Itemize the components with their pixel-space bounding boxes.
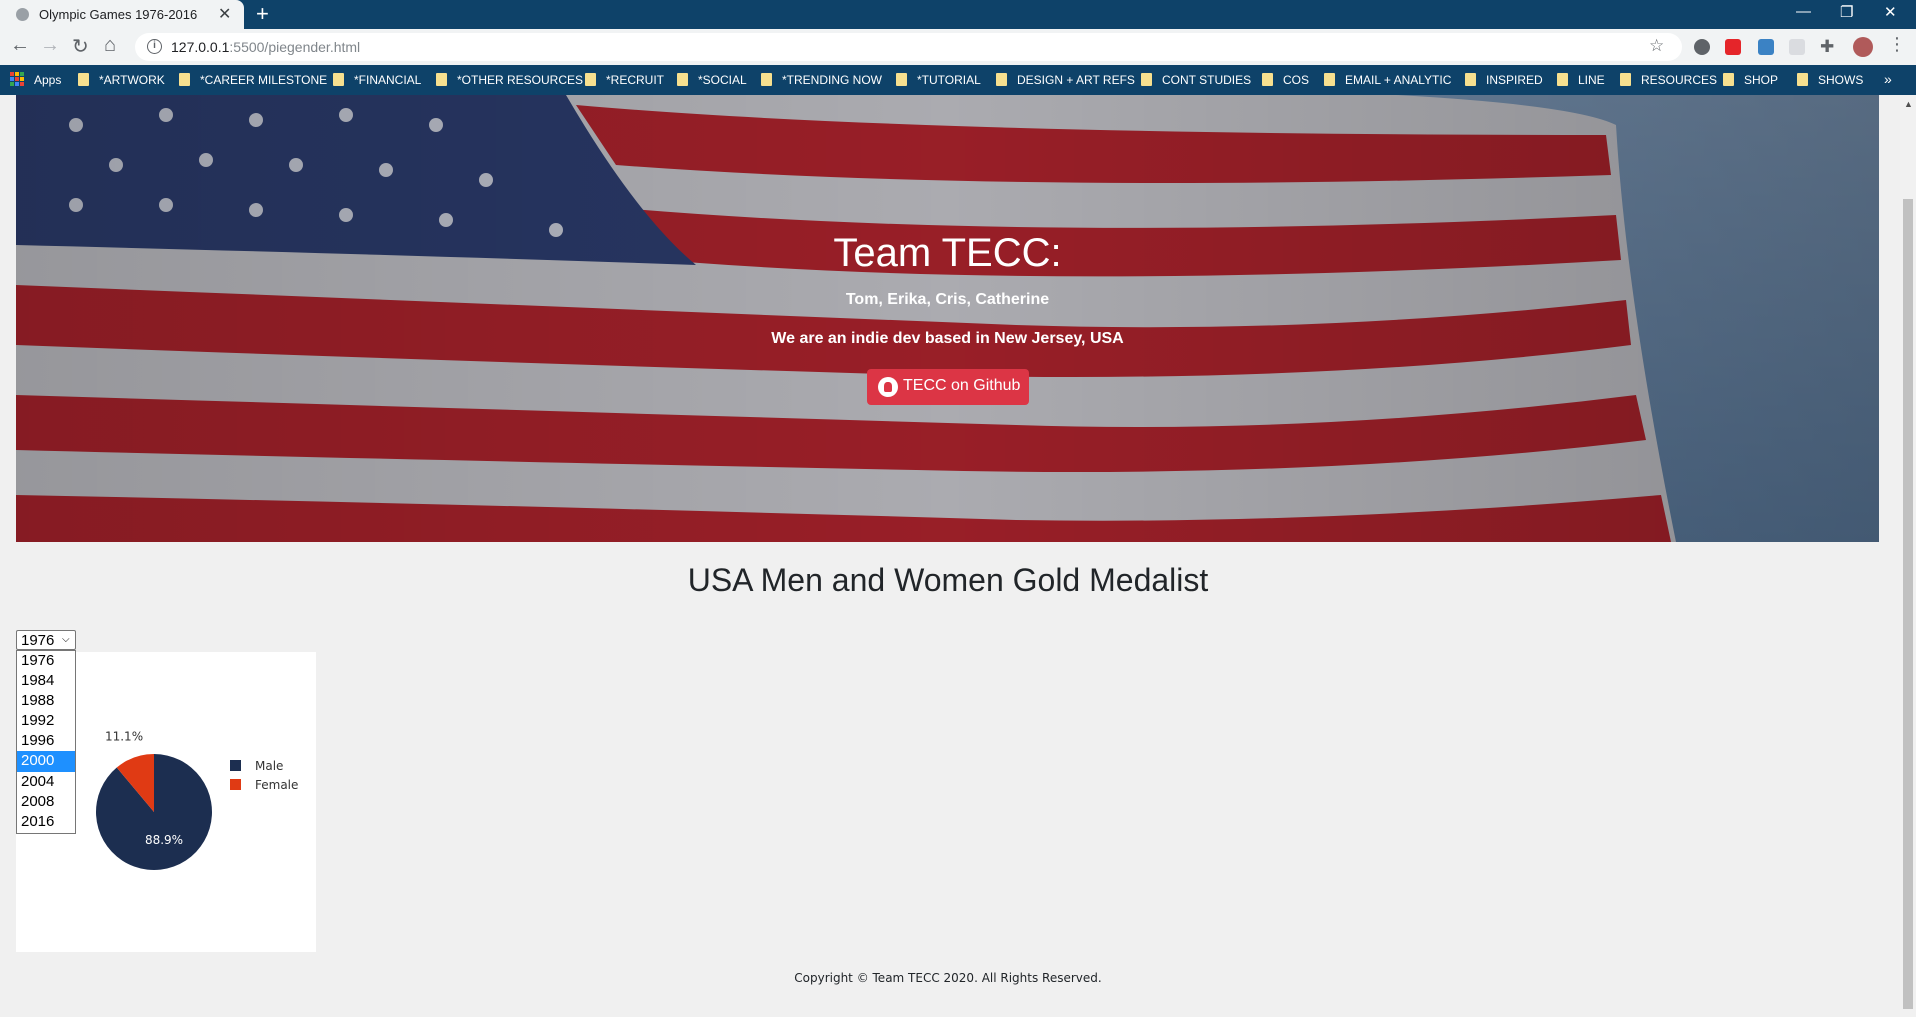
folder-icon bbox=[436, 73, 447, 86]
year-option[interactable]: 1988 bbox=[17, 691, 75, 711]
bookmark-folder[interactable]: LINE bbox=[1557, 73, 1605, 87]
bookmark-folder[interactable]: INSPIRED bbox=[1465, 73, 1543, 87]
year-option[interactable]: 1976 bbox=[17, 651, 75, 671]
folder-icon bbox=[1465, 73, 1476, 86]
hero-banner: Team TECC: Tom, Erika, Cris, Catherine W… bbox=[16, 95, 1879, 542]
tab-title: Olympic Games 1976-2016 bbox=[39, 7, 198, 22]
bookmark-folder[interactable]: RESOURCES bbox=[1620, 73, 1717, 87]
browser-toolbar: ← → ↻ ⌂ i 127.0.0.1:5500/piegender.html … bbox=[0, 29, 1916, 65]
folder-icon bbox=[78, 73, 89, 86]
bookmark-apps[interactable]: Apps bbox=[34, 73, 61, 87]
info-icon[interactable]: i bbox=[147, 39, 162, 54]
restore-icon[interactable]: ❐ bbox=[1840, 3, 1853, 21]
us-flag-image bbox=[16, 95, 1879, 542]
pdf-extension-icon[interactable] bbox=[1725, 39, 1741, 55]
github-button[interactable]: TECC on Github bbox=[867, 369, 1029, 405]
tab-strip: Olympic Games 1976-2016 ✕ + — ❐ ✕ bbox=[0, 0, 1916, 29]
bookmark-folder[interactable]: SHOP bbox=[1723, 73, 1778, 87]
section-title: USA Men and Women Gold Medalist bbox=[687, 562, 1209, 598]
year-option[interactable]: 1992 bbox=[17, 711, 75, 731]
folder-icon bbox=[1723, 73, 1734, 86]
year-option[interactable]: 1996 bbox=[17, 731, 75, 751]
year-option[interactable]: 2016 bbox=[17, 812, 75, 832]
folder-icon bbox=[896, 73, 907, 86]
extension-icon[interactable] bbox=[1789, 39, 1805, 55]
extension-icon[interactable] bbox=[1694, 39, 1710, 55]
scrollbar-thumb[interactable] bbox=[1903, 199, 1913, 1009]
folder-icon bbox=[996, 73, 1007, 86]
url-text: 127.0.0.1:5500/piegender.html bbox=[171, 39, 361, 55]
hero-tagline: We are an indie dev based in New Jersey,… bbox=[771, 330, 1124, 347]
folder-icon bbox=[1324, 73, 1335, 86]
bookmark-folder[interactable]: SHOWS bbox=[1797, 73, 1863, 87]
apps-icon bbox=[10, 72, 24, 86]
close-tab-icon[interactable]: ✕ bbox=[218, 4, 231, 24]
bookmark-folder[interactable]: COS bbox=[1262, 73, 1309, 87]
bookmark-folder[interactable]: *TUTORIAL bbox=[896, 73, 981, 87]
bookmark-folder[interactable]: DESIGN + ART REFS bbox=[996, 73, 1135, 87]
more-bookmarks-icon[interactable]: » bbox=[1884, 71, 1892, 87]
scroll-up-icon[interactable]: ▲ bbox=[1904, 99, 1913, 109]
folder-icon bbox=[677, 73, 688, 86]
year-select-value: 1976 bbox=[21, 632, 55, 649]
puzzle-icon[interactable]: ✚ bbox=[1820, 37, 1834, 57]
folder-icon bbox=[1797, 73, 1808, 86]
legend-swatch-female bbox=[230, 779, 241, 790]
year-select[interactable]: 1976 ⌵ bbox=[16, 630, 76, 650]
pie-label-male: 88.9% bbox=[145, 833, 183, 847]
team-members: Tom, Erika, Cris, Catherine bbox=[845, 291, 1050, 308]
folder-icon bbox=[1557, 73, 1568, 86]
menu-icon[interactable]: ⋮ bbox=[1888, 34, 1906, 55]
globe-icon bbox=[16, 8, 29, 21]
bookmark-folder[interactable]: *TRENDING NOW bbox=[761, 73, 882, 87]
folder-icon bbox=[585, 73, 596, 86]
folder-icon bbox=[1262, 73, 1273, 86]
extension-icon[interactable] bbox=[1758, 39, 1774, 55]
back-icon[interactable]: ← bbox=[10, 34, 30, 57]
folder-icon bbox=[1141, 73, 1152, 86]
year-option[interactable]: 1984 bbox=[17, 671, 75, 691]
footer-copyright: Copyright © Team TECC 2020. All Rights R… bbox=[794, 971, 1102, 985]
new-tab-icon[interactable]: + bbox=[256, 1, 269, 27]
folder-icon bbox=[1620, 73, 1631, 86]
avatar[interactable] bbox=[1853, 37, 1873, 57]
folder-icon bbox=[761, 73, 772, 86]
legend-label-female: Female bbox=[255, 778, 298, 792]
github-button-label: TECC on Github bbox=[903, 377, 1021, 394]
bookmark-folder[interactable]: *ARTWORK bbox=[78, 73, 165, 87]
legend-swatch-male bbox=[230, 760, 241, 771]
bookmark-folder[interactable]: *SOCIAL bbox=[677, 73, 747, 87]
year-option[interactable]: 2004 bbox=[17, 772, 75, 792]
forward-icon[interactable]: → bbox=[40, 34, 60, 57]
bookmark-folder[interactable]: *OTHER RESOURCES bbox=[436, 73, 583, 87]
bookmark-folder[interactable]: EMAIL + ANALYTIC bbox=[1324, 73, 1451, 87]
bookmarks-bar: Apps *ARTWORK *CAREER MILESTONE *FINANCI… bbox=[0, 65, 1916, 95]
address-bar[interactable]: i 127.0.0.1:5500/piegender.html ☆ bbox=[135, 33, 1682, 61]
bookmark-folder[interactable]: CONT STUDIES bbox=[1141, 73, 1251, 87]
year-option[interactable]: 2000 bbox=[17, 751, 75, 772]
bookmark-folder[interactable]: *RECRUIT bbox=[585, 73, 664, 87]
year-dropdown-list[interactable]: 1976 1984 1988 1992 1996 2000 2004 2008 2016 bbox=[16, 650, 76, 834]
minimize-icon[interactable]: — bbox=[1796, 3, 1811, 20]
page-scrollbar[interactable]: ▲ bbox=[1900, 95, 1916, 1017]
home-icon[interactable]: ⌂ bbox=[104, 34, 116, 57]
folder-icon bbox=[333, 73, 344, 86]
github-icon bbox=[878, 377, 898, 397]
close-window-icon[interactable]: ✕ bbox=[1884, 3, 1897, 21]
bookmark-folder[interactable]: *CAREER MILESTONE bbox=[179, 73, 327, 87]
reload-icon[interactable]: ↻ bbox=[72, 34, 89, 59]
bookmark-star-icon[interactable]: ☆ bbox=[1649, 36, 1664, 56]
folder-icon bbox=[179, 73, 190, 86]
browser-tab[interactable]: Olympic Games 1976-2016 ✕ bbox=[0, 0, 244, 29]
year-option[interactable]: 2008 bbox=[17, 792, 75, 812]
legend-label-male: Male bbox=[255, 759, 283, 773]
chevron-down-icon: ⌵ bbox=[62, 634, 70, 645]
pie-label-female: 11.1% bbox=[105, 730, 143, 744]
hero-title: Team TECC: bbox=[833, 231, 1062, 275]
bookmark-folder[interactable]: *FINANCIAL bbox=[333, 73, 421, 87]
